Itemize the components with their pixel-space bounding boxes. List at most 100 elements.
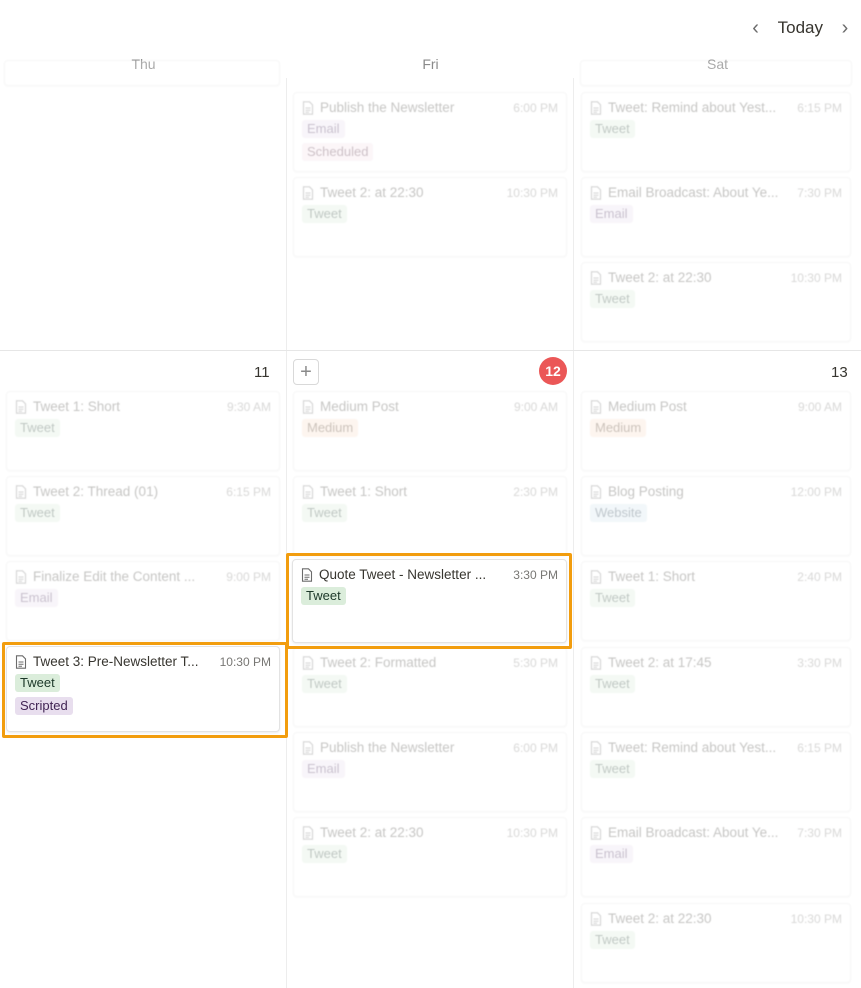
event-title: Tweet 2: at 22:30 [608,911,712,926]
event-tag: Tweet [15,504,60,522]
document-icon [590,185,602,200]
document-icon [15,654,27,669]
event-title: Blog Posting [608,484,684,499]
event-tag: Email [302,120,345,138]
event-time: 3:30 PM [513,567,558,582]
event-title: Tweet: Remind about Yest... [608,740,777,755]
event-time: 6:15 PM [797,100,842,115]
event-card[interactable]: Tweet 2: at 17:45 3:30 PM Tweet [581,647,851,727]
document-icon [302,655,314,670]
event-card[interactable]: Publish the Newsletter 6:00 PM Email [293,732,567,812]
event-card[interactable]: Blog Posting 12:00 PM Website [581,476,851,556]
event-title: Email Broadcast: About Ye... [608,825,779,840]
event-card[interactable]: Tweet 2: at 22:30 10:30 PM Tweet [581,262,851,342]
event-tag: Scheduled [302,143,374,161]
event-card[interactable]: Email Broadcast: About Ye... 7:30 PM Email [581,177,851,257]
event-title: Email Broadcast: About Ye... [608,185,779,200]
event-card[interactable]: Tweet 2: at 22:30 10:30 PM Tweet [293,817,567,897]
add-event-button[interactable]: + [293,359,319,385]
chevron-right-icon[interactable]: › [835,14,855,42]
chevron-left-icon[interactable]: ‹ [746,14,766,42]
document-icon [302,825,314,840]
event-card[interactable]: Tweet 2: Formatted 5:30 PM Tweet [293,647,567,727]
event-title: Tweet: Remind about Yest... [608,100,777,115]
event-card[interactable]: Tweet 1: Short 2:30 PM Tweet [293,476,567,556]
event-card[interactable]: Tweet 1: Short 2:40 PM Tweet [581,561,851,641]
event-time: 9:30 AM [226,399,271,414]
event-time: 7:30 PM [797,185,842,200]
event-card-header: Tweet 2: at 17:45 3:30 PM [590,655,842,670]
event-card[interactable]: Publish the Newsletter 6:00 PM Email Schedu… [293,92,567,172]
event-tag: Email [590,845,633,863]
week-divider [0,350,861,351]
event-time: 6:00 PM [513,740,558,755]
document-icon [590,655,602,670]
event-card-header: Tweet 2: at 22:30 10:30 PM [302,825,558,840]
event-card[interactable] [580,60,852,86]
event-time: 10:30 PM [790,911,842,926]
event-title: Tweet 2: Formatted [320,655,437,670]
event-title: Tweet 1: Short [608,569,696,584]
day-number-13: 13 [831,364,848,381]
event-card-header: Quote Tweet - Newsletter ... 3:30 PM [301,567,558,582]
document-icon [590,569,602,584]
event-tag: Tweet [302,845,347,863]
event-title: Tweet 2: at 22:30 [320,825,424,840]
event-title: Finalize Edit the Content ... [33,569,196,584]
event-tag: Medium [302,419,359,437]
event-title: Tweet 2: at 22:30 [320,185,424,200]
event-title: Publish the Newsletter [320,740,455,755]
event-time: 9:00 PM [226,569,271,584]
document-icon [590,100,602,115]
event-title: Tweet 3: Pre-Newsletter T... [33,654,199,669]
event-card[interactable]: Medium Post 9:00 AM Medium [293,391,567,471]
event-tag: Email [590,205,633,223]
event-tag: Tweet [590,120,635,138]
event-card[interactable]: Tweet 2: at 22:30 10:30 PM Tweet [293,177,567,257]
event-card[interactable] [4,60,280,86]
event-card[interactable]: Quote Tweet - Newsletter ... 3:30 PM Tweet [292,559,567,643]
event-card-header: Email Broadcast: About Ye... 7:30 PM [590,185,842,200]
event-title: Tweet 2: at 22:30 [608,270,712,285]
calendar-nav: ‹ Today › [746,14,855,42]
event-card-header: Tweet 2: at 22:30 10:30 PM [302,185,558,200]
event-card-header: Medium Post 9:00 AM [302,399,558,414]
event-card-header: Tweet 2: at 22:30 10:30 PM [590,270,842,285]
event-time: 5:30 PM [513,655,558,670]
event-card-header: Publish the Newsletter 6:00 PM [302,100,558,115]
event-time: 9:00 AM [797,399,842,414]
event-card[interactable]: Medium Post 9:00 AM Medium [581,391,851,471]
event-card-header: Tweet: Remind about Yest... 6:15 PM [590,100,842,115]
event-tag: Tweet [302,504,347,522]
document-icon [590,270,602,285]
event-tag: Tweet [301,587,346,605]
event-card[interactable]: Tweet 2: Thread (01) 6:15 PM Tweet [6,476,280,556]
document-icon [590,911,602,926]
event-tag: Tweet [302,205,347,223]
event-card-header: Tweet 2: at 22:30 10:30 PM [590,911,842,926]
event-card[interactable]: Email Broadcast: About Ye... 7:30 PM Email [581,817,851,897]
event-card[interactable]: Tweet 3: Pre-Newsletter T... 10:30 PM Twee… [6,646,280,732]
event-card[interactable]: Tweet: Remind about Yest... 6:15 PM Tweet [581,92,851,172]
event-tag: Tweet [590,290,635,308]
event-tag: Email [15,589,58,607]
event-card[interactable]: Tweet: Remind about Yest... 6:15 PM Tweet [581,732,851,812]
event-card[interactable]: Tweet 1: Short 9:30 AM Tweet [6,391,280,471]
weekday-fri: Fri [422,56,439,72]
event-card-header: Email Broadcast: About Ye... 7:30 PM [590,825,842,840]
column-divider [286,78,287,988]
document-icon [302,740,314,755]
document-icon [15,569,27,584]
event-title: Medium Post [320,399,399,414]
today-button[interactable]: Today [774,16,827,40]
document-icon [590,484,602,499]
event-card[interactable]: Finalize Edit the Content ... 9:00 PM Emai… [6,561,280,641]
event-card-header: Medium Post 9:00 AM [590,399,842,414]
event-time: 10:30 PM [506,825,558,840]
event-tag: Tweet [302,675,347,693]
event-card[interactable]: Tweet 2: at 22:30 10:30 PM Tweet [581,903,851,983]
column-divider [573,78,574,988]
event-time: 6:15 PM [797,740,842,755]
event-title: Quote Tweet - Newsletter ... [319,567,487,582]
document-icon [302,484,314,499]
